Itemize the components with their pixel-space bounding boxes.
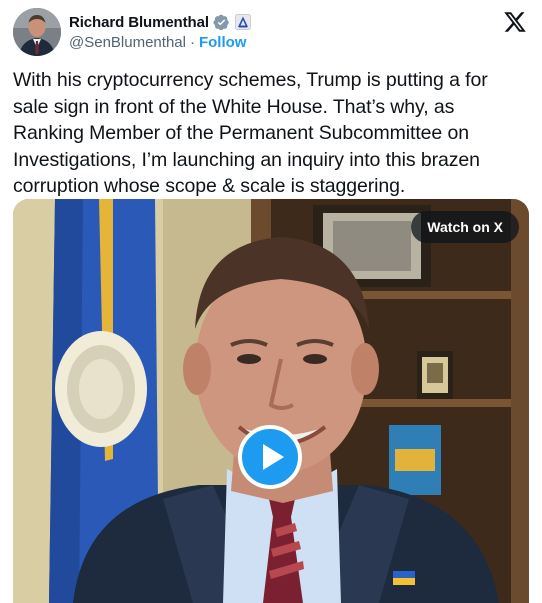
handle[interactable]: @SenBlumenthal	[69, 34, 186, 51]
display-name-row: Richard Blumenthal	[69, 12, 251, 32]
tweet-text: With his cryptocurrency schemes, Trump i…	[13, 69, 493, 197]
display-name[interactable]: Richard Blumenthal	[69, 14, 209, 31]
handle-row: @SenBlumenthal · Follow	[69, 34, 251, 51]
video-thumbnail	[13, 199, 529, 603]
government-label-icon	[234, 14, 251, 30]
tweet-header: Richard Blumenthal @SenBlumenthal · Foll…	[13, 8, 529, 58]
follow-button[interactable]: Follow	[199, 34, 247, 51]
author-names: Richard Blumenthal @SenBlumenthal · Foll…	[69, 12, 251, 51]
play-icon[interactable]	[238, 425, 302, 489]
verified-badge-icon	[213, 14, 230, 31]
avatar[interactable]	[13, 8, 61, 56]
tweet-embed-card: Richard Blumenthal @SenBlumenthal · Foll…	[0, 0, 542, 603]
watch-on-x-button[interactable]: Watch on X	[411, 211, 519, 243]
separator: ·	[189, 34, 195, 51]
video-player[interactable]: Watch on X	[13, 199, 529, 603]
x-logo-icon[interactable]	[503, 10, 527, 34]
